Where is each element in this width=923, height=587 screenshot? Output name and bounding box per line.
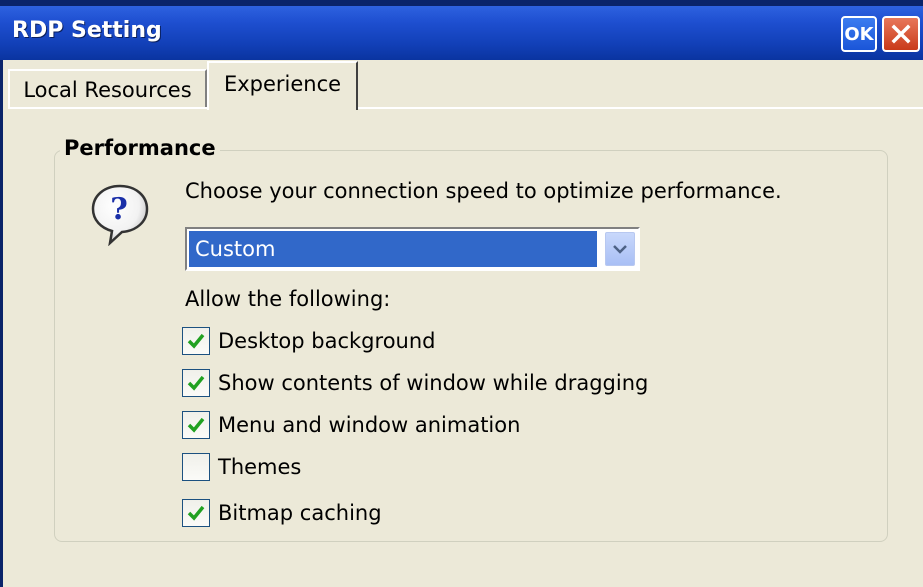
connection-speed-prompt: Choose your connection speed to optimize… bbox=[185, 179, 782, 203]
allow-following-label: Allow the following: bbox=[185, 287, 391, 311]
checkmark-icon bbox=[187, 375, 205, 391]
option-desktop-background[interactable]: Desktop background bbox=[182, 326, 436, 356]
checkbox-themes[interactable] bbox=[182, 453, 210, 481]
connection-speed-value: Custom bbox=[189, 231, 597, 267]
tab-local-resources[interactable]: Local Resources bbox=[8, 69, 207, 108]
option-label: Bitmap caching bbox=[218, 501, 382, 525]
checkmark-icon bbox=[187, 505, 205, 521]
title-bar[interactable]: RDP Setting OK bbox=[0, 6, 923, 60]
performance-group-title: Performance bbox=[60, 136, 220, 160]
question-help-icon: ? bbox=[91, 184, 149, 246]
checkmark-icon bbox=[187, 417, 205, 433]
checkbox-bitmap-caching[interactable] bbox=[182, 499, 210, 527]
connection-speed-select[interactable]: Custom bbox=[185, 227, 640, 271]
tab-local-resources-label: Local Resources bbox=[23, 77, 192, 102]
option-label: Menu and window animation bbox=[218, 413, 521, 437]
close-button[interactable] bbox=[882, 16, 920, 52]
option-label: Themes bbox=[218, 455, 302, 479]
checkbox-desktop-background[interactable] bbox=[182, 327, 210, 355]
window-left-border bbox=[0, 60, 3, 587]
ok-button[interactable]: OK bbox=[841, 16, 877, 52]
option-bitmap-caching[interactable]: Bitmap caching bbox=[182, 498, 382, 528]
ok-button-label: OK bbox=[844, 23, 874, 45]
chevron-down-icon bbox=[613, 245, 627, 254]
tab-experience-label: Experience bbox=[223, 71, 342, 96]
checkbox-menu-window-animation[interactable] bbox=[182, 411, 210, 439]
checkbox-show-window-contents[interactable] bbox=[182, 369, 210, 397]
svg-text:?: ? bbox=[110, 192, 128, 227]
option-label: Show contents of window while dragging bbox=[218, 371, 649, 395]
close-icon bbox=[891, 24, 911, 44]
tab-experience[interactable]: Experience bbox=[207, 61, 358, 110]
dropdown-arrow-button[interactable] bbox=[605, 232, 635, 266]
option-themes[interactable]: Themes bbox=[182, 452, 301, 482]
option-menu-window-animation[interactable]: Menu and window animation bbox=[182, 410, 520, 440]
tab-panel-border bbox=[8, 107, 923, 109]
option-show-window-contents[interactable]: Show contents of window while dragging bbox=[182, 368, 648, 398]
performance-groupbox bbox=[54, 150, 888, 542]
checkmark-icon bbox=[187, 333, 205, 349]
window-title: RDP Setting bbox=[12, 18, 162, 43]
option-label: Desktop background bbox=[218, 329, 436, 353]
